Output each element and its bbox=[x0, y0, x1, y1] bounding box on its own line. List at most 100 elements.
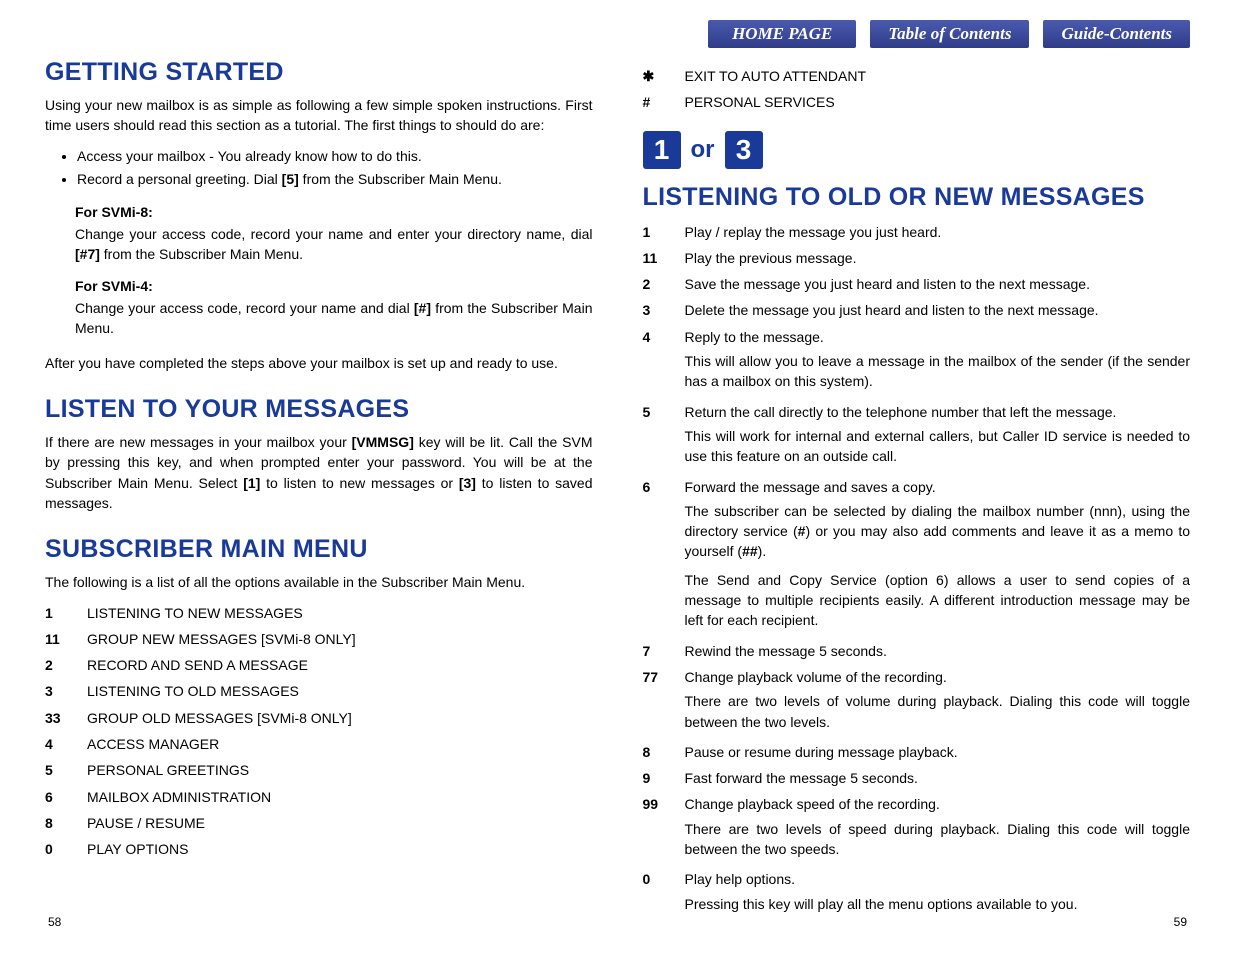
menu-key: 77 bbox=[643, 667, 685, 687]
menu-key: 6 bbox=[45, 787, 87, 807]
menu-text: RECORD AND SEND A MESSAGE bbox=[87, 655, 593, 675]
menu-text: Reply to the message. bbox=[685, 327, 1191, 347]
menu-row: 8PAUSE / RESUME bbox=[45, 813, 593, 833]
key-box-3: 3 bbox=[725, 131, 763, 169]
menu-key: 6 bbox=[643, 477, 685, 497]
menu-text: MAILBOX ADMINISTRATION bbox=[87, 787, 593, 807]
menu-row: 3LISTENING TO OLD MESSAGES bbox=[45, 681, 593, 701]
menu-key: 99 bbox=[643, 794, 685, 814]
menu-row: 33GROUP OLD MESSAGES [SVMi-8 ONLY] bbox=[45, 708, 593, 728]
menu-key: 4 bbox=[643, 327, 685, 347]
mainmenu-paragraph: The following is a list of all the optio… bbox=[45, 572, 593, 592]
menu-note: The Send and Copy Service (option 6) all… bbox=[685, 570, 1191, 631]
menu-text: PAUSE / RESUME bbox=[87, 813, 593, 833]
nav-tabs: HOME PAGE Table of Contents Guide-Conten… bbox=[643, 20, 1191, 48]
menu-key: 9 bbox=[643, 768, 685, 788]
svmi8-text: Change your access code, record your nam… bbox=[75, 224, 593, 265]
menu-row: 3Delete the message you just heard and l… bbox=[643, 300, 1191, 320]
menu-row: 99Change playback speed of the recording… bbox=[643, 794, 1191, 814]
heading-main-menu: SUBSCRIBER MAIN MENU bbox=[45, 535, 593, 564]
menu-text: GROUP OLD MESSAGES [SVMi-8 ONLY] bbox=[87, 708, 593, 728]
menu-row: 1LISTENING TO NEW MESSAGES bbox=[45, 603, 593, 623]
menu-text: Play help options. bbox=[685, 869, 1191, 889]
menu-note: This will allow you to leave a message i… bbox=[685, 351, 1191, 392]
bullet-item: Access your mailbox - You already know h… bbox=[77, 146, 593, 167]
right-page: HOME PAGE Table of Contents Guide-Conten… bbox=[643, 20, 1191, 924]
menu-row: 77Change playback volume of the recordin… bbox=[643, 667, 1191, 687]
menu-row: 7Rewind the message 5 seconds. bbox=[643, 641, 1191, 661]
intro-bullets: Access your mailbox - You already know h… bbox=[77, 146, 593, 190]
heading-getting-started: GETTING STARTED bbox=[45, 58, 593, 87]
menu-key: 5 bbox=[643, 402, 685, 422]
menu-text: Change playback volume of the recording. bbox=[685, 667, 1191, 687]
menu-note: This will work for internal and external… bbox=[685, 426, 1191, 467]
nav-toc-tab[interactable]: Table of Contents bbox=[870, 20, 1029, 48]
menu-row: 5Return the call directly to the telepho… bbox=[643, 402, 1191, 422]
menu-text: Fast forward the message 5 seconds. bbox=[685, 768, 1191, 788]
menu-key: 5 bbox=[45, 760, 87, 780]
menu-note: The subscriber can be selected by dialin… bbox=[685, 501, 1191, 562]
menu-key: 33 bbox=[45, 708, 87, 728]
heading-listen: LISTEN TO YOUR MESSAGES bbox=[45, 395, 593, 424]
svmi4-text: Change your access code, record your nam… bbox=[75, 298, 593, 339]
left-page: GETTING STARTED Using your new mailbox i… bbox=[45, 20, 593, 924]
menu-row: 2RECORD AND SEND A MESSAGE bbox=[45, 655, 593, 675]
menu-note: There are two levels of speed during pla… bbox=[685, 819, 1191, 860]
menu-row: 1Play / replay the message you just hear… bbox=[643, 222, 1191, 242]
menu-key: 3 bbox=[643, 300, 685, 320]
menu-text: Delete the message you just heard and li… bbox=[685, 300, 1191, 320]
menu-key: 4 bbox=[45, 734, 87, 754]
svmi4-block: For SVMi-4: Change your access code, rec… bbox=[75, 278, 593, 339]
menu-row: 6MAILBOX ADMINISTRATION bbox=[45, 787, 593, 807]
menu-text: Pause or resume during message playback. bbox=[685, 742, 1191, 762]
menu-key: 2 bbox=[643, 274, 685, 294]
key-or-text: or bbox=[691, 136, 715, 164]
menu-key: 11 bbox=[45, 629, 87, 649]
menu-text: EXIT TO AUTO ATTENDANT bbox=[685, 66, 1191, 86]
bullet-item: Record a personal greeting. Dial [5] fro… bbox=[77, 169, 593, 190]
menu-row: 6Forward the message and saves a copy. bbox=[643, 477, 1191, 497]
menu-text: Return the call directly to the telephon… bbox=[685, 402, 1191, 422]
menu-key: ✱ bbox=[643, 66, 685, 86]
menu-row: 11GROUP NEW MESSAGES [SVMi-8 ONLY] bbox=[45, 629, 593, 649]
menu-row: 9Fast forward the message 5 seconds. bbox=[643, 768, 1191, 788]
key-box-1: 1 bbox=[643, 131, 681, 169]
svmi4-heading: For SVMi-4: bbox=[75, 278, 593, 294]
menu-key: 1 bbox=[45, 603, 87, 623]
menu-text: PLAY OPTIONS bbox=[87, 839, 593, 859]
menu-row: #PERSONAL SERVICES bbox=[643, 92, 1191, 112]
menu-text: GROUP NEW MESSAGES [SVMi-8 ONLY] bbox=[87, 629, 593, 649]
menu-text: Play the previous message. bbox=[685, 248, 1191, 268]
menu-row: 4Reply to the message. bbox=[643, 327, 1191, 347]
menu-row: 4ACCESS MANAGER bbox=[45, 734, 593, 754]
menu-key: 11 bbox=[643, 248, 685, 268]
menu-row: ✱EXIT TO AUTO ATTENDANT bbox=[643, 66, 1191, 86]
menu-text: PERSONAL GREETINGS bbox=[87, 760, 593, 780]
svmi8-block: For SVMi-8: Change your access code, rec… bbox=[75, 204, 593, 265]
menu-key: 2 bbox=[45, 655, 87, 675]
menu-row: 11Play the previous message. bbox=[643, 248, 1191, 268]
menu-key: 8 bbox=[643, 742, 685, 762]
menu-key: 0 bbox=[45, 839, 87, 859]
intro-paragraph: Using your new mailbox is as simple as f… bbox=[45, 95, 593, 136]
menu-text: Change playback speed of the recording. bbox=[685, 794, 1191, 814]
page-number-left: 58 bbox=[48, 915, 61, 929]
heading-listening-old-new: LISTENING TO OLD OR NEW MESSAGES bbox=[643, 183, 1191, 212]
menu-row: 0PLAY OPTIONS bbox=[45, 839, 593, 859]
menu-key: 8 bbox=[45, 813, 87, 833]
top-options-list: ✱EXIT TO AUTO ATTENDANT #PERSONAL SERVICE… bbox=[643, 66, 1191, 113]
svmi8-heading: For SVMi-8: bbox=[75, 204, 593, 220]
menu-text: LISTENING TO NEW MESSAGES bbox=[87, 603, 593, 623]
menu-row: 2Save the message you just heard and lis… bbox=[643, 274, 1191, 294]
menu-text: PERSONAL SERVICES bbox=[685, 92, 1191, 112]
nav-home-tab[interactable]: HOME PAGE bbox=[708, 20, 856, 48]
menu-text: Play / replay the message you just heard… bbox=[685, 222, 1191, 242]
listening-options-list: 1Play / replay the message you just hear… bbox=[643, 222, 1191, 914]
menu-key: 7 bbox=[643, 641, 685, 661]
nav-guide-tab[interactable]: Guide-Contents bbox=[1043, 20, 1190, 48]
menu-text: Rewind the message 5 seconds. bbox=[685, 641, 1191, 661]
menu-key: 1 bbox=[643, 222, 685, 242]
menu-note: There are two levels of volume during pl… bbox=[685, 691, 1191, 732]
page-number-right: 59 bbox=[1174, 915, 1187, 929]
menu-note: Pressing this key will play all the menu… bbox=[685, 894, 1191, 914]
